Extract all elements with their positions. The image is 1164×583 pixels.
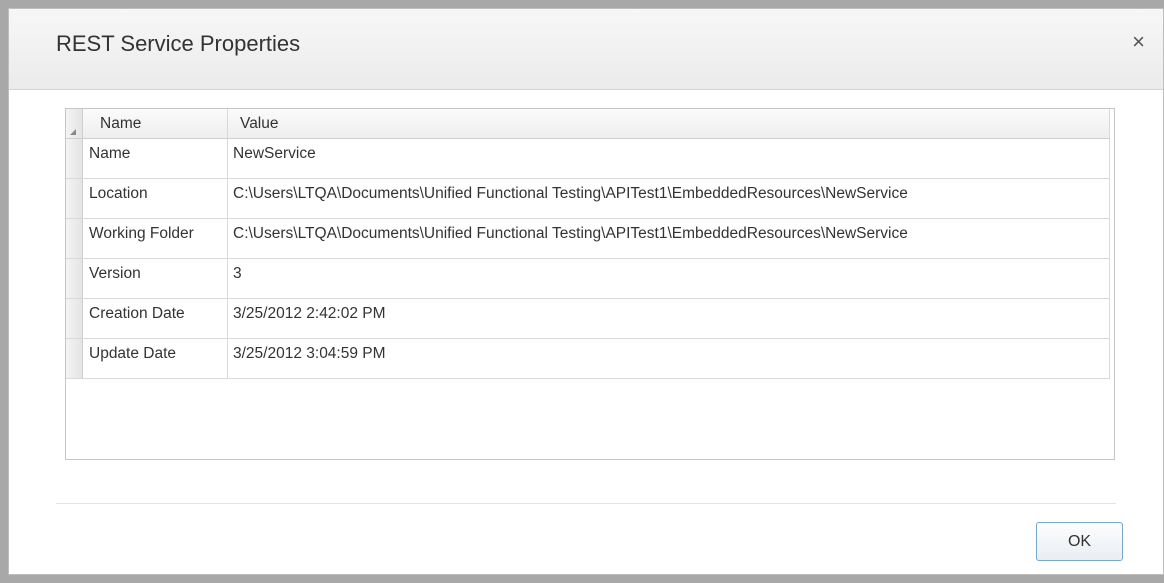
property-value-cell: 3/25/2012 3:04:59 PM [228, 339, 1110, 378]
table-row[interactable]: Creation Date 3/25/2012 2:42:02 PM [66, 299, 1110, 339]
table-row[interactable]: Version 3 [66, 259, 1110, 299]
property-value-cell: C:\Users\LTQA\Documents\Unified Function… [228, 179, 1110, 218]
row-header[interactable] [66, 299, 83, 338]
grid-header-row: Name Value [66, 109, 1110, 139]
row-header[interactable] [66, 259, 83, 298]
property-name-cell: Working Folder [83, 219, 228, 258]
table-row[interactable]: Update Date 3/25/2012 3:04:59 PM [66, 339, 1110, 379]
property-value-cell: NewService [228, 139, 1110, 178]
dialog-title: REST Service Properties [56, 31, 301, 56]
property-value-cell: 3 [228, 259, 1110, 298]
property-value-cell: C:\Users\LTQA\Documents\Unified Function… [228, 219, 1110, 258]
column-header-name[interactable]: Name [83, 109, 228, 138]
property-name-cell: Version [83, 259, 228, 298]
property-value-cell: 3/25/2012 2:42:02 PM [228, 299, 1110, 338]
close-icon[interactable]: × [1132, 31, 1145, 53]
column-header-value[interactable]: Value [228, 109, 1110, 138]
properties-grid: Name Value Name NewService Location C:\U… [65, 108, 1115, 460]
dialog-header: REST Service Properties × [9, 9, 1163, 90]
grid-corner [66, 109, 83, 138]
footer-divider [56, 503, 1116, 504]
row-header[interactable] [66, 179, 83, 218]
property-name-cell: Update Date [83, 339, 228, 378]
table-row[interactable]: Working Folder C:\Users\LTQA\Documents\U… [66, 219, 1110, 259]
ok-button[interactable]: OK [1036, 522, 1123, 561]
property-name-cell: Name [83, 139, 228, 178]
table-row[interactable]: Location C:\Users\LTQA\Documents\Unified… [66, 179, 1110, 219]
table-row[interactable]: Name NewService [66, 139, 1110, 179]
row-header[interactable] [66, 339, 83, 378]
property-name-cell: Creation Date [83, 299, 228, 338]
property-name-cell: Location [83, 179, 228, 218]
grid-body: Name Value Name NewService Location C:\U… [66, 109, 1110, 379]
sort-corner-icon [70, 129, 76, 135]
row-header[interactable] [66, 139, 83, 178]
rest-service-properties-dialog: REST Service Properties × Name Value Nam… [8, 8, 1164, 575]
row-header[interactable] [66, 219, 83, 258]
